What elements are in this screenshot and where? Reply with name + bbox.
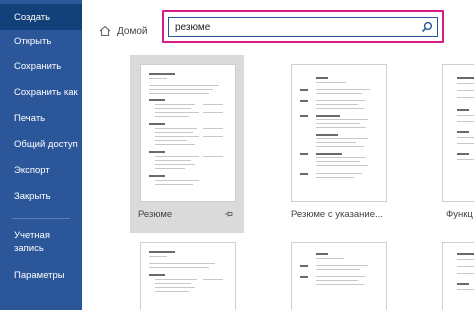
sidebar-item-options[interactable]: Параметры — [0, 262, 82, 288]
sidebar-item-label: Экспорт — [14, 164, 50, 176]
sidebar-item-label: Сохранить — [14, 60, 62, 72]
template-thumbnail[interactable] — [140, 64, 236, 202]
template-label: Функц — [446, 209, 473, 220]
sidebar-item-label: Печать — [14, 112, 46, 124]
sidebar-item-save-as[interactable]: Сохранить как — [0, 79, 82, 105]
pin-icon[interactable] — [224, 209, 234, 219]
sidebar-divider — [12, 218, 70, 219]
sidebar-item-export[interactable]: Экспорт — [0, 157, 82, 183]
sidebar-item-save[interactable]: Сохранить — [0, 53, 82, 79]
sidebar-item-account[interactable]: Учетная запись — [0, 224, 82, 260]
sidebar-item-print[interactable]: Печать — [0, 105, 82, 131]
sidebar-item-label: Создать — [14, 11, 51, 23]
template-label: Резюме с указание... — [291, 209, 383, 220]
breadcrumb-home-label: Домой — [117, 25, 148, 37]
sidebar-item-label: Сохранить как — [14, 86, 78, 98]
breadcrumb[interactable]: Домой — [98, 24, 147, 38]
sidebar-item-open[interactable]: Открыть — [0, 28, 82, 54]
template-thumbnail[interactable] — [140, 242, 236, 310]
sidebar-item-share[interactable]: Общий доступ — [0, 131, 82, 157]
search-box — [168, 17, 438, 37]
home-icon — [99, 25, 111, 37]
search-button[interactable] — [417, 18, 437, 36]
template-label: Резюме — [138, 209, 173, 220]
search-icon — [421, 21, 433, 33]
sidebar-item-create[interactable]: Создать — [0, 4, 82, 30]
sidebar-item-label: Учетная запись — [14, 230, 50, 254]
search-highlight — [162, 10, 444, 43]
sidebar-item-label: Открыть — [14, 35, 52, 47]
template-thumbnail[interactable] — [291, 242, 387, 310]
template-thumbnail[interactable] — [291, 64, 387, 202]
sidebar-item-label: Общий доступ — [14, 138, 78, 150]
search-input[interactable] — [169, 18, 417, 36]
sidebar-item-close[interactable]: Закрыть — [0, 183, 82, 209]
sidebar-item-label: Параметры — [14, 269, 65, 281]
sidebar: Создать Открыть Сохранить Сохранить как … — [0, 0, 82, 310]
template-thumbnail[interactable] — [442, 64, 474, 202]
template-thumbnail[interactable] — [442, 242, 474, 310]
main-area: Домой резюме Резюме Резюме с указание...… — [82, 0, 474, 310]
sidebar-item-label: Закрыть — [14, 190, 51, 202]
